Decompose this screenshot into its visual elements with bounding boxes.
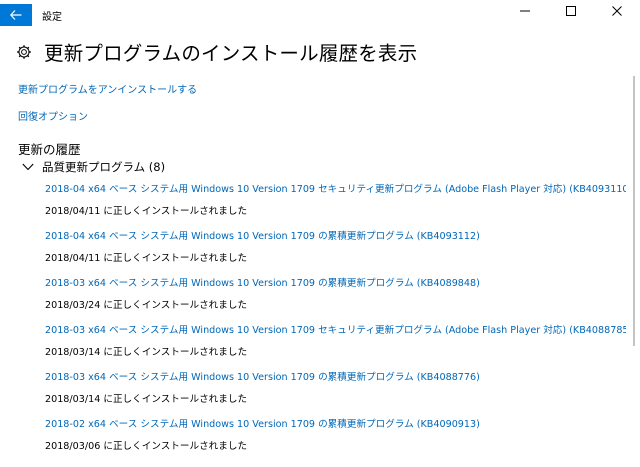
update-status: 2018/03/24 に正しくインストールされました (45, 300, 248, 311)
title-bar: 設定 (0, 0, 640, 30)
list-item: 2018-04 x64 ベース システム用 Windows 10 Version… (45, 231, 626, 278)
update-history-list: 2018-04 x64 ベース システム用 Windows 10 Version… (45, 184, 626, 466)
main-content: 更新プログラムのインストール履歴を表示 更新プログラムをアンインストールする 回… (0, 30, 626, 467)
update-title-link[interactable]: 2018-04 x64 ベース システム用 Windows 10 Version… (45, 231, 626, 243)
quality-updates-group-toggle[interactable]: 品質更新プログラム (8) (22, 159, 165, 175)
scrollbar-thumb[interactable] (633, 76, 635, 346)
list-item: 2018-04 x64 ベース システム用 Windows 10 Version… (45, 184, 626, 231)
update-status: 2018/04/11 に正しくインストールされました (45, 206, 248, 217)
update-status: 2018/04/11 に正しくインストールされました (45, 253, 248, 264)
list-item: 2018-02 x64 ベース システム用 Windows 10 Version… (45, 419, 626, 466)
close-button[interactable] (594, 0, 640, 22)
vertical-scrollbar[interactable] (626, 30, 640, 467)
update-title-link[interactable]: 2018-02 x64 ベース システム用 Windows 10 Version… (45, 419, 626, 431)
close-icon (612, 6, 622, 16)
arrow-left-icon (10, 10, 22, 20)
update-title-link[interactable]: 2018-03 x64 ベース システム用 Windows 10 Version… (45, 325, 626, 337)
page-header: 更新プログラムのインストール履歴を表示 (16, 37, 417, 66)
update-title-link[interactable]: 2018-04 x64 ベース システム用 Windows 10 Version… (45, 184, 626, 196)
list-item: 2018-03 x64 ベース システム用 Windows 10 Version… (45, 325, 626, 372)
list-item: 2018-03 x64 ベース システム用 Windows 10 Version… (45, 372, 626, 419)
update-title-link[interactable]: 2018-03 x64 ベース システム用 Windows 10 Version… (45, 372, 626, 384)
window-controls (502, 0, 640, 22)
chevron-down-icon (22, 163, 34, 171)
maximize-icon (566, 6, 576, 16)
settings-window: 設定 更新プログラムのインストール履歴を表示 更新プログラムをアンインストールす… (0, 0, 640, 467)
back-button[interactable] (0, 4, 32, 26)
update-status: 2018/03/14 に正しくインストールされました (45, 394, 248, 405)
update-status: 2018/03/14 に正しくインストールされました (45, 347, 248, 358)
section-title: 更新の履歴 (18, 142, 81, 157)
gear-icon (17, 44, 31, 59)
page-title: 更新プログラムのインストール履歴を表示 (44, 42, 418, 65)
update-title-link[interactable]: 2018-03 x64 ベース システム用 Windows 10 Version… (45, 278, 626, 290)
window-title: 設定 (42, 11, 62, 23)
minimize-icon (520, 10, 530, 12)
group-label: 品質更新プログラム (8) (42, 160, 166, 174)
update-status: 2018/03/06 に正しくインストールされました (45, 441, 248, 452)
recovery-options-link[interactable]: 回復オプション (18, 108, 88, 123)
list-item: 2018-03 x64 ベース システム用 Windows 10 Version… (45, 278, 626, 325)
maximize-button[interactable] (548, 0, 594, 22)
uninstall-updates-link[interactable]: 更新プログラムをアンインストールする (18, 81, 197, 96)
minimize-button[interactable] (502, 0, 548, 22)
